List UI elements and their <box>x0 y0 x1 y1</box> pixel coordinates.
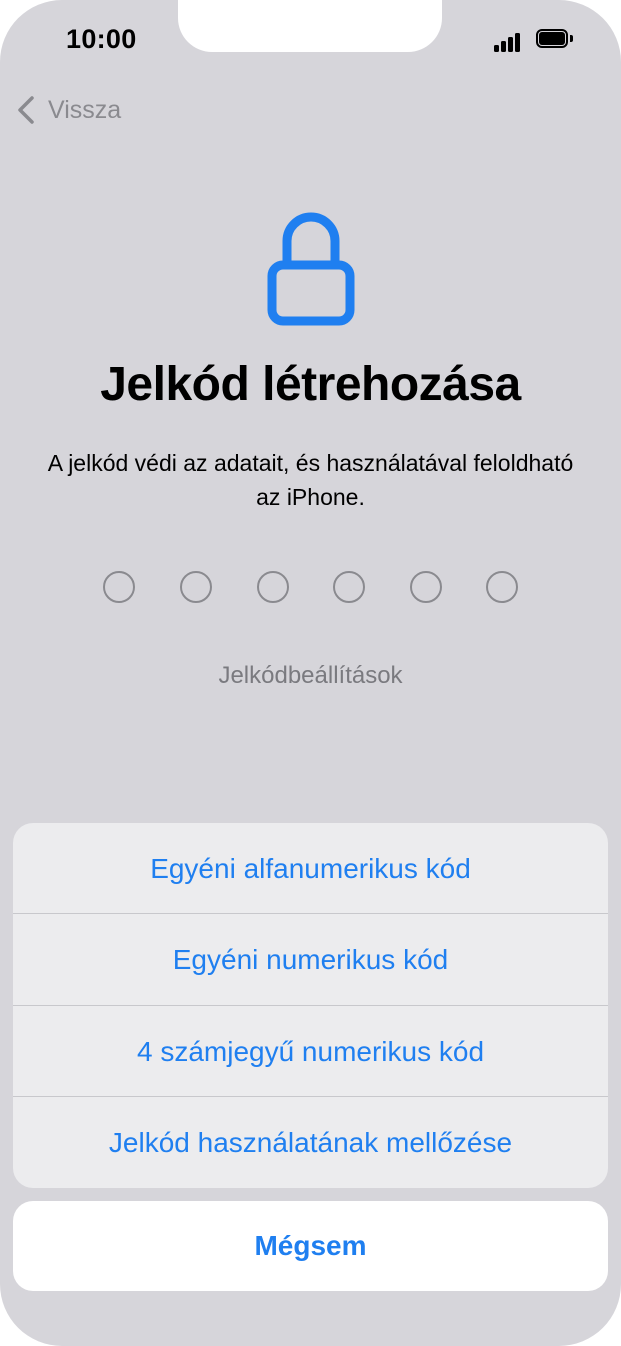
option-custom-numeric[interactable]: Egyéni numerikus kód <box>13 914 608 1005</box>
chevron-left-icon <box>18 96 34 124</box>
page-title: Jelkód létrehozása <box>100 358 521 411</box>
cellular-signal-icon <box>494 32 526 52</box>
passcode-dot <box>410 571 442 603</box>
passcode-options-link[interactable]: Jelkódbeállítások <box>0 662 621 690</box>
passcode-dot <box>103 571 135 603</box>
phone-screen: 10:00 Vissza Jelkód létrehozása A jelkód… <box>0 0 621 1346</box>
cancel-button[interactable]: Mégsem <box>13 1201 608 1291</box>
back-label: Vissza <box>48 95 122 124</box>
passcode-dots <box>103 571 523 603</box>
battery-icon <box>536 29 574 52</box>
camera-notch <box>178 0 442 52</box>
option-custom-alphanumeric[interactable]: Egyéni alfanumerikus kód <box>13 823 608 914</box>
action-sheet: Egyéni alfanumerikus kód Egyéni numeriku… <box>13 823 608 1188</box>
status-time: 10:00 <box>66 24 137 54</box>
passcode-dot <box>333 571 365 603</box>
passcode-dot <box>180 571 212 603</box>
passcode-dot <box>486 571 518 603</box>
lock-icon <box>267 212 355 326</box>
option-4-digit-numeric[interactable]: 4 számjegyű numerikus kód <box>13 1006 608 1097</box>
option-no-passcode[interactable]: Jelkód használatának mellőzése <box>13 1097 608 1188</box>
passcode-dot <box>257 571 289 603</box>
page-description: A jelkód védi az adatait, és használatáv… <box>47 450 574 510</box>
back-button[interactable]: Vissza <box>14 92 121 128</box>
